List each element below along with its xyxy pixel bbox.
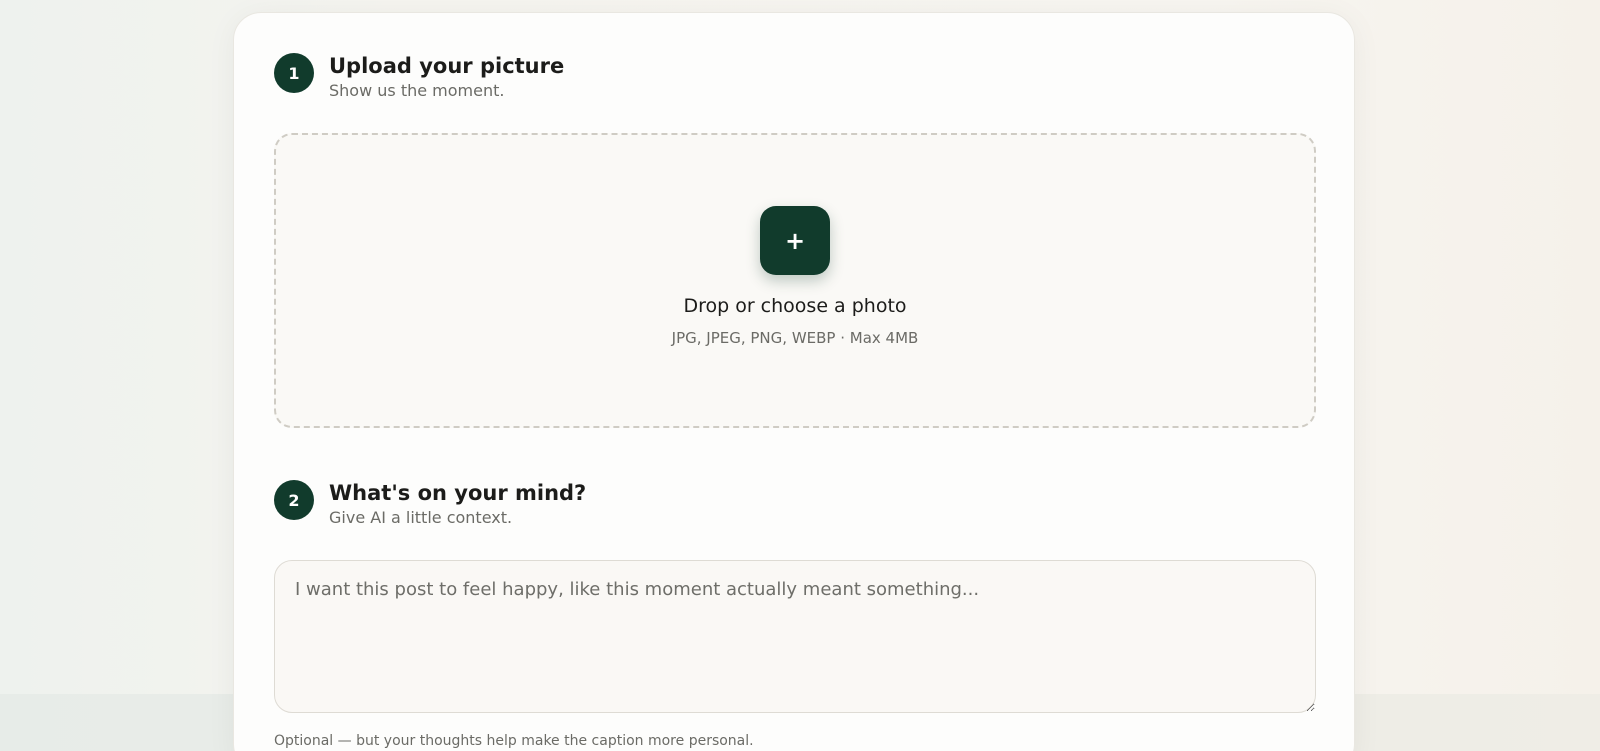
- photo-dropzone[interactable]: + Drop or choose a photo JPG, JPEG, PNG,…: [274, 133, 1316, 428]
- context-helper-text: Optional — but your thoughts help make t…: [274, 733, 754, 749]
- dropzone-file-hint: JPG, JPEG, PNG, WEBP · Max 4MB: [671, 329, 919, 347]
- dropzone-title: Drop or choose a photo: [683, 295, 907, 317]
- create-post-card: 1 Upload your picture Show us the moment…: [233, 12, 1355, 751]
- context-step-title: What's on your mind?: [329, 481, 587, 505]
- context-step-header: 2 What's on your mind? Give AI a little …: [274, 480, 586, 528]
- step-number-badge: 1: [274, 53, 314, 93]
- step-text: Upload your picture Show us the moment.: [329, 53, 564, 101]
- upload-step-subtitle: Show us the moment.: [329, 81, 505, 100]
- upload-step-title: Upload your picture: [329, 54, 565, 78]
- context-textarea[interactable]: [274, 560, 1316, 713]
- step-number-badge: 2: [274, 480, 314, 520]
- step-text: What's on your mind? Give AI a little co…: [329, 480, 586, 528]
- context-step-subtitle: Give AI a little context.: [329, 508, 513, 527]
- add-photo-button[interactable]: +: [760, 206, 830, 275]
- upload-step-header: 1 Upload your picture Show us the moment…: [274, 53, 564, 101]
